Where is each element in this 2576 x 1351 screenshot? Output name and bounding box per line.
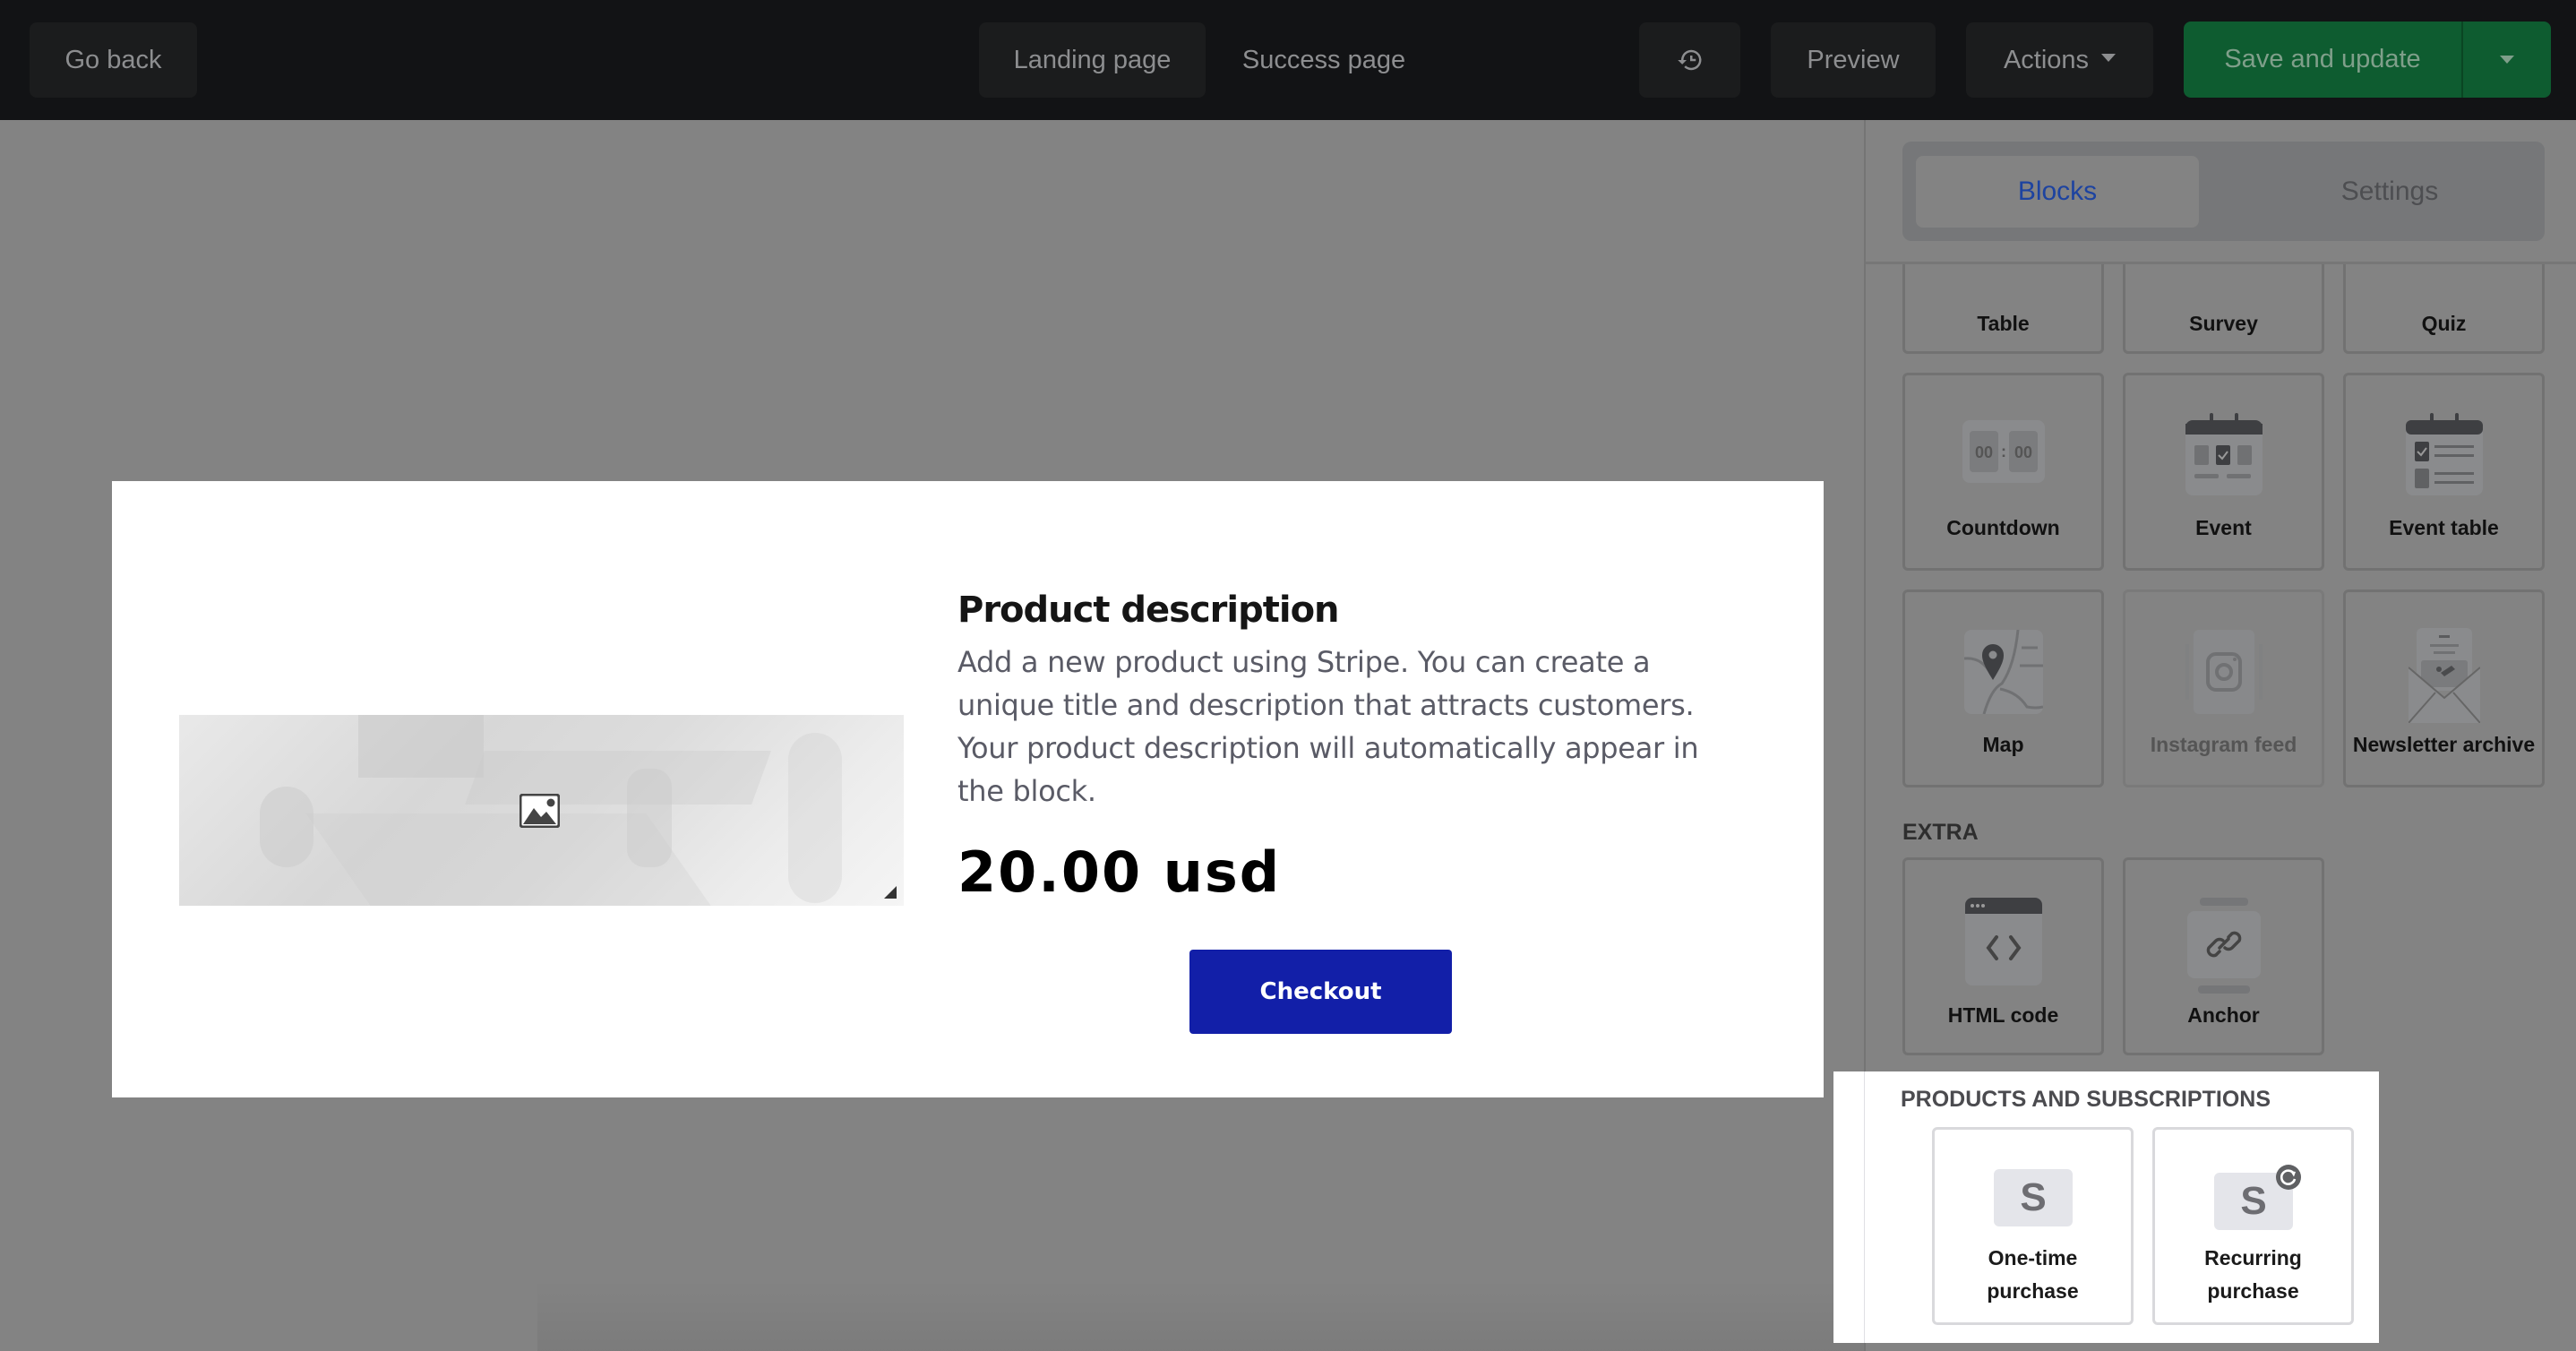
block-label-line1: Recurring [2204, 1246, 2302, 1269]
section-heading-products: PRODUCTS AND SUBSCRIPTIONS [1901, 1087, 2271, 1112]
history-button[interactable] [1639, 22, 1740, 98]
block-label: Event table [2389, 516, 2499, 539]
block-tile-html-code[interactable]: HTML code [1902, 857, 2104, 1055]
block-label: Map [1982, 733, 2024, 756]
canvas-shadow [537, 1279, 1864, 1351]
editor-canvas: Product description Add a new product us… [0, 120, 1864, 1351]
block-label: Event [2195, 516, 2252, 539]
save-and-update-label: Save and update [2224, 45, 2421, 73]
products-section-highlight: PRODUCTS AND SUBSCRIPTIONS S One-time pu… [1833, 1071, 2379, 1343]
code-icon [1964, 898, 2042, 985]
tab-success-page-label: Success page [1241, 45, 1406, 74]
calendar-list-icon [2405, 413, 2483, 495]
actions-dropdown[interactable]: Actions [1966, 22, 2153, 98]
tab-blocks[interactable]: Blocks [1916, 156, 2199, 228]
preview-button[interactable]: Preview [1771, 22, 1936, 98]
tab-landing-page[interactable]: Landing page [979, 22, 1206, 98]
countdown-icon: 00 : 00 [1962, 420, 2045, 483]
tab-settings[interactable]: Settings [2248, 156, 2531, 228]
block-tile-one-time-purchase[interactable]: S One-time purchase [1932, 1127, 2134, 1325]
svg-text:00: 00 [2014, 443, 2031, 461]
save-options-dropdown[interactable] [2461, 22, 2551, 98]
resize-handle-icon[interactable] [884, 886, 897, 899]
block-label: Quiz [2421, 312, 2467, 335]
block-label: Anchor [2187, 1003, 2260, 1027]
go-back-label: Go back [64, 45, 162, 74]
svg-text:00: 00 [1974, 443, 1992, 461]
block-label: Table [1977, 312, 2030, 335]
product-title[interactable]: Product description [957, 587, 1710, 633]
calendar-event-icon [2185, 413, 2263, 495]
checkout-label: Checkout [1259, 978, 1382, 1005]
top-bar: Go back Landing page Success page Previe… [0, 0, 2576, 120]
caret-down-icon [2101, 53, 2117, 62]
svg-text::: : [2001, 443, 2006, 460]
recurring-badge-icon [2276, 1165, 2301, 1190]
image-icon [519, 794, 560, 828]
block-tile-map[interactable]: Map [1902, 589, 2104, 787]
tab-settings-label: Settings [2340, 176, 2439, 206]
block-tile-event-table[interactable]: Event table [2343, 373, 2545, 571]
block-label: Newsletter archive [2352, 733, 2536, 756]
block-label: Survey [2189, 312, 2258, 335]
panel-header: Blocks Settings [1866, 120, 2576, 264]
block-tile-newsletter-archive[interactable]: Newsletter archive [2343, 589, 2545, 787]
stripe-s-glyph: S [2020, 1175, 2047, 1219]
block-label: Countdown [1946, 516, 2060, 539]
go-back-button[interactable]: Go back [30, 22, 197, 98]
block-label-line2: purchase [1987, 1279, 2079, 1303]
caret-down-icon [2500, 56, 2514, 64]
save-button-group: Save and update [2184, 22, 2551, 98]
panel-border [1864, 1071, 1865, 1343]
block-tile-anchor[interactable]: Anchor [2123, 857, 2324, 1055]
stripe-s-icon: S [1994, 1169, 2073, 1226]
block-label-line1: One-time [1988, 1246, 2078, 1269]
map-pin-icon [1963, 630, 2043, 714]
save-and-update-button[interactable]: Save and update [2184, 22, 2461, 98]
block-tile-event[interactable]: Event [2123, 373, 2324, 571]
block-tile-countdown[interactable]: 00 : 00 Countdown [1902, 373, 2104, 571]
tab-success-page[interactable]: Success page [1224, 22, 1424, 98]
block-label: Instagram feed [2150, 733, 2297, 756]
product-image[interactable] [179, 715, 904, 906]
history-icon [1677, 49, 1701, 71]
envelope-icon [2408, 628, 2480, 723]
section-heading-extra: EXTRA [1902, 820, 1979, 845]
block-tile-instagram-feed[interactable]: Instagram feed [2123, 589, 2324, 787]
preview-label: Preview [1807, 45, 1900, 74]
panel-tabs: Blocks Settings [1902, 142, 2545, 241]
block-label: HTML code [1947, 1003, 2059, 1027]
product-block[interactable]: Product description Add a new product us… [112, 481, 1824, 1097]
block-tile-recurring-purchase[interactable]: S Recurring purchase [2152, 1127, 2354, 1325]
anchor-link-icon [2186, 898, 2261, 994]
stripe-s-glyph: S [2240, 1179, 2267, 1223]
tab-blocks-label: Blocks [2017, 176, 2098, 206]
actions-label: Actions [2003, 45, 2090, 74]
product-text: Product description Add a new product us… [957, 587, 1710, 904]
product-price: 20.00 usd [957, 839, 1282, 905]
instagram-icon [2185, 630, 2263, 714]
checkout-button[interactable]: Checkout [1189, 950, 1452, 1034]
block-label-line2: purchase [2207, 1279, 2299, 1303]
tab-landing-page-label: Landing page [1013, 45, 1172, 74]
product-description[interactable]: Add a new product using Stripe. You can … [957, 641, 1710, 813]
